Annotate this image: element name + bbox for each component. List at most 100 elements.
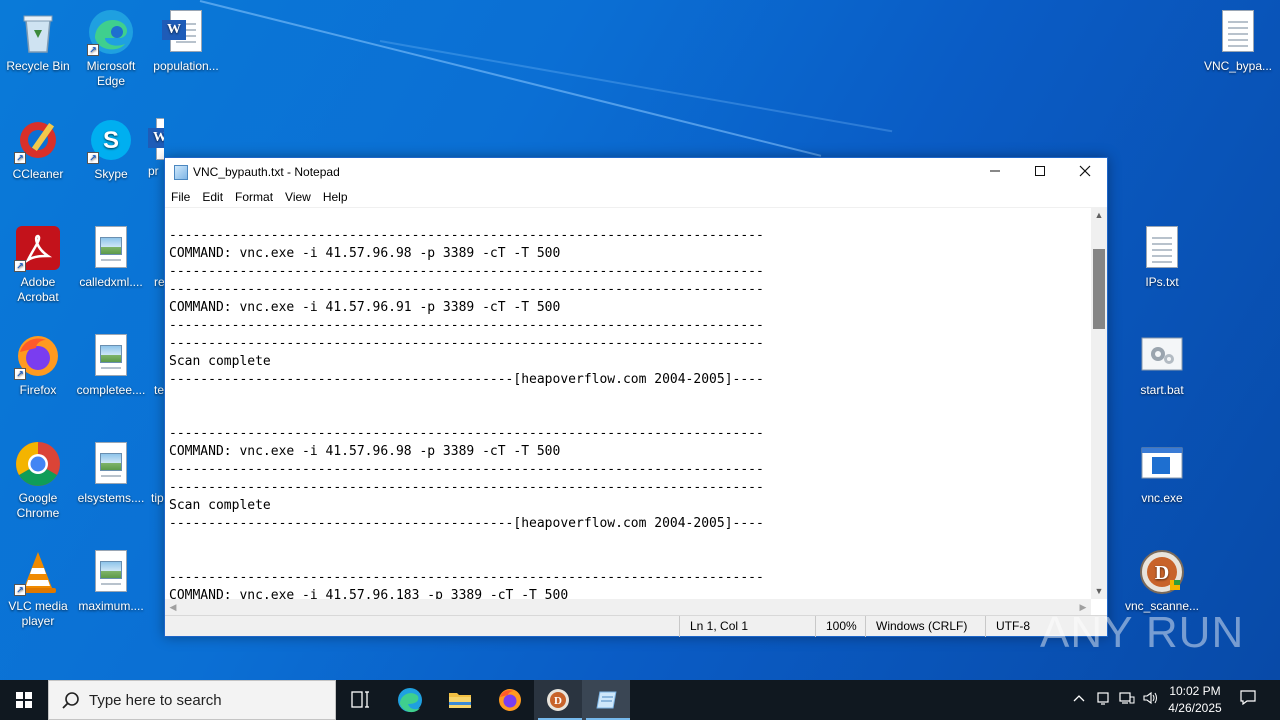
taskbar-notepad-button[interactable] [582, 680, 630, 720]
desktop-icon-vnc-scanner[interactable]: D vnc_scanne... [1124, 548, 1200, 614]
minimize-icon [990, 170, 1000, 172]
desktop-icon-label: vnc.exe [1141, 491, 1183, 505]
desktop-icon-label: te [154, 383, 164, 397]
menu-format[interactable]: Format [229, 187, 279, 207]
desktop-icon-label: pr [148, 164, 159, 178]
taskbar: Type here to search D 10:02 PM 4/26/2025 [0, 680, 1280, 720]
image-file-icon [87, 332, 135, 380]
document-text[interactable]: ----------------------------------------… [169, 227, 764, 599]
desktop-icon-partial[interactable]: tip [151, 491, 164, 506]
task-view-button[interactable] [336, 680, 384, 720]
word-document-icon: W [162, 8, 210, 56]
desktop-icon-firefox[interactable]: ↗ Firefox [0, 332, 76, 398]
title-bar[interactable]: VNC_bypauth.txt - Notepad [165, 158, 1107, 187]
desktop-icon-recycle-bin[interactable]: Recycle Bin [0, 8, 76, 74]
desktop-icon-microsoft-edge[interactable]: ↗ Microsoft Edge [73, 8, 149, 89]
desktop-icon-label: VNC_bypa... [1203, 59, 1273, 73]
text-editor-area[interactable]: ----------------------------------------… [165, 207, 1091, 599]
desktop-icon-partial[interactable]: te [154, 383, 164, 398]
adobe-acrobat-icon: ↗ [14, 224, 62, 272]
desktop-icon-pr-doc[interactable]: W pr [148, 116, 164, 179]
show-hidden-icons-button[interactable] [1068, 680, 1090, 720]
desktop-icon-skype[interactable]: S ↗ Skype [73, 116, 149, 182]
desktop-icon-label: Firefox [19, 383, 57, 397]
close-icon [1079, 165, 1091, 177]
desktop-icon-population-doc[interactable]: W population... [148, 8, 224, 74]
desktop-icon-elsystems[interactable]: elsystems.... [73, 440, 149, 506]
tray-device-button[interactable] [1092, 680, 1114, 720]
menu-help[interactable]: Help [317, 187, 354, 207]
desktop-icon-label: VLC media player [8, 599, 68, 628]
desktop-icon-label: start.bat [1140, 383, 1184, 397]
shortcut-arrow-icon: ↗ [14, 152, 26, 164]
desktop-icon-label: population... [153, 59, 219, 73]
desktop-icon-vlc[interactable]: ↗ VLC media player [0, 548, 76, 629]
desktop-icon-ccleaner[interactable]: ↗ CCleaner [0, 116, 76, 182]
menu-view[interactable]: View [279, 187, 317, 207]
notepad-app-icon [174, 165, 188, 180]
shortcut-arrow-icon: ↗ [87, 152, 99, 164]
shortcut-arrow-icon: ↗ [14, 260, 26, 272]
microsoft-edge-icon: ↗ [87, 8, 135, 56]
desktop-icon-start-bat[interactable]: start.bat [1124, 332, 1200, 398]
taskbar-edge-button[interactable] [386, 680, 434, 720]
desktop-icon-label: completee.... [76, 383, 146, 397]
desktop-icon-ips-txt[interactable]: IPs.txt [1124, 224, 1200, 290]
desktop-icon-maximum[interactable]: maximum.... [73, 548, 149, 614]
wallpaper-ray [199, 0, 822, 157]
svg-text:D: D [554, 695, 562, 707]
svg-text:S: S [103, 127, 119, 154]
notification-icon [1240, 690, 1256, 706]
horizontal-scrollbar[interactable]: ◀ ▶ [165, 599, 1091, 615]
scroll-down-arrow-icon[interactable]: ▼ [1091, 583, 1107, 599]
firefox-icon: ↗ [14, 332, 62, 380]
taskbar-vnc-scanner-button[interactable]: D [534, 680, 582, 720]
desktop-icon-vnc-exe[interactable]: vnc.exe [1124, 440, 1200, 506]
close-button[interactable] [1062, 158, 1108, 187]
scroll-left-arrow-icon[interactable]: ◀ [165, 599, 181, 615]
word-document-icon: W [148, 116, 164, 164]
desktop-icon-label: tip [151, 491, 164, 505]
maximize-icon [1035, 166, 1045, 176]
action-center-button[interactable] [1234, 680, 1262, 720]
menu-file[interactable]: File [165, 187, 196, 207]
notepad-icon [596, 691, 617, 709]
notepad-window[interactable]: VNC_bypauth.txt - Notepad File Edit Format… [164, 157, 1108, 637]
shortcut-arrow-icon: ↗ [87, 44, 99, 56]
batch-file-gears-icon [1138, 332, 1186, 380]
clock-time: 10:02 PM [1169, 684, 1221, 698]
taskbar-clock[interactable]: 10:02 PM 4/26/2025 [1160, 683, 1230, 717]
desktop-icon-partial[interactable]: re [154, 275, 164, 290]
taskbar-search-box[interactable]: Type here to search [48, 680, 336, 720]
desktop-icon-completee[interactable]: completee.... [73, 332, 149, 398]
vertical-scrollbar[interactable]: ▲ ▼ [1091, 207, 1107, 599]
desktop-icon-adobe-acrobat[interactable]: ↗ Adobe Acrobat [0, 224, 76, 305]
tray-network-button[interactable] [1116, 680, 1138, 720]
window-title: VNC_bypauth.txt - Notepad [193, 165, 340, 179]
ccleaner-icon: ↗ [14, 116, 62, 164]
status-line-ending: Windows (CRLF) [865, 616, 985, 637]
status-cursor-position: Ln 1, Col 1 [679, 616, 815, 637]
desktop-icon-label: Microsoft Edge [86, 59, 136, 88]
desktop-icon-vnc-bypa[interactable]: VNC_bypa... [1198, 8, 1278, 74]
text-file-icon [1214, 8, 1262, 56]
desktop-icon-google-chrome[interactable]: Google Chrome [0, 440, 76, 521]
folder-icon [449, 693, 471, 708]
scroll-up-arrow-icon[interactable]: ▲ [1091, 207, 1107, 223]
menu-bar: File Edit Format View Help [165, 187, 1107, 207]
application-window-icon [1138, 440, 1186, 488]
start-button[interactable] [0, 680, 48, 720]
desktop-icon-calledxml[interactable]: calledxml.... [73, 224, 149, 290]
taskbar-file-explorer-button[interactable] [436, 680, 484, 720]
vertical-scroll-thumb[interactable] [1093, 249, 1105, 329]
wallpaper-ray [379, 40, 893, 133]
menu-edit[interactable]: Edit [196, 187, 229, 207]
minimize-button[interactable] [972, 158, 1018, 187]
taskbar-firefox-button[interactable] [486, 680, 534, 720]
desktop-icon-label: Recycle Bin [6, 59, 70, 73]
search-icon [62, 692, 79, 709]
desktop-icon-label: calledxml.... [79, 275, 143, 289]
tray-volume-button[interactable] [1140, 680, 1162, 720]
maximize-button[interactable] [1017, 158, 1063, 187]
desktop-icon-label: maximum.... [78, 599, 144, 613]
